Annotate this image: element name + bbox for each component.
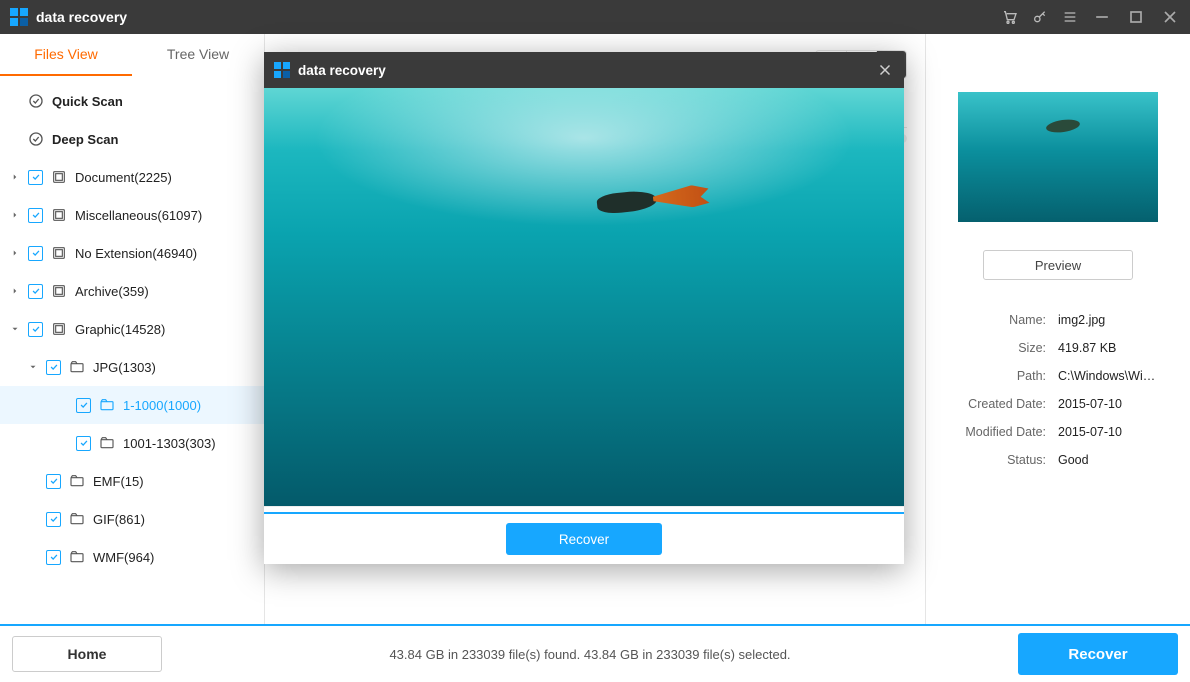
meta-label-status: Status: <box>954 453 1046 467</box>
details-panel: Preview Name: img2.jpg Size: 419.87 KB Pat… <box>925 34 1190 624</box>
dialog-preview-image <box>264 88 904 506</box>
checkbox[interactable] <box>76 436 91 451</box>
sidebar-item[interactable]: No Extension(46940) <box>0 234 264 272</box>
key-icon[interactable] <box>1032 9 1048 25</box>
category-icon <box>51 321 67 337</box>
sidebar-item-label: 1-1000(1000) <box>123 398 201 413</box>
category-icon <box>51 283 67 299</box>
home-button[interactable]: Home <box>12 636 162 672</box>
chevron-right-icon[interactable] <box>10 286 20 296</box>
app-title: data recovery <box>36 9 127 25</box>
sidebar-item[interactable]: Miscellaneous(61097) <box>0 196 264 234</box>
meta-value-status: Good <box>1058 453 1162 467</box>
folder-icon <box>69 359 85 375</box>
meta-value-name: img2.jpg <box>1058 313 1162 327</box>
sidebar-item-label: 1001-1303(303) <box>123 436 216 451</box>
folder-icon <box>69 473 85 489</box>
meta-label-path: Path: <box>954 369 1046 383</box>
checkbox[interactable] <box>28 170 43 185</box>
sidebar-item-label: WMF(964) <box>93 550 154 565</box>
sidebar-item[interactable]: EMF(15) <box>0 462 264 500</box>
cart-icon[interactable] <box>1002 9 1018 25</box>
sidebar-item[interactable]: Archive(359) <box>0 272 264 310</box>
app-logo <box>10 8 28 26</box>
checkbox[interactable] <box>28 284 43 299</box>
sidebar-item-label: Quick Scan <box>52 94 123 109</box>
category-icon <box>51 169 67 185</box>
maximize-button[interactable] <box>1126 7 1146 27</box>
chevron-right-icon[interactable] <box>10 172 20 182</box>
sidebar-item[interactable]: GIF(861) <box>0 500 264 538</box>
status-text: 43.84 GB in 233039 file(s) found. 43.84 … <box>162 647 1018 662</box>
sidebar-item[interactable]: WMF(964) <box>0 538 264 576</box>
chevron-right-icon[interactable] <box>10 210 20 220</box>
chevron-down-icon[interactable] <box>10 324 20 334</box>
category-icon <box>51 245 67 261</box>
chevron-right-icon[interactable] <box>10 248 20 258</box>
sidebar-item-label: GIF(861) <box>93 512 145 527</box>
preview-thumbnail <box>958 92 1158 222</box>
minimize-button[interactable] <box>1092 7 1112 27</box>
dialog-close-button[interactable] <box>876 61 894 79</box>
sidebar-item[interactable]: JPG(1303) <box>0 348 264 386</box>
checkbox[interactable] <box>76 398 91 413</box>
tab-files-view[interactable]: Files View <box>0 34 132 76</box>
folder-icon <box>69 511 85 527</box>
meta-label-created: Created Date: <box>954 397 1046 411</box>
checkbox[interactable] <box>28 246 43 261</box>
sidebar-item[interactable]: 1-1000(1000) <box>0 386 264 424</box>
sidebar-tree: Quick Scan Deep Scan Document(2225) Misce… <box>0 76 264 624</box>
sidebar-item[interactable]: Graphic(14528) <box>0 310 264 348</box>
sidebar-item-label: Archive(359) <box>75 284 149 299</box>
chevron-down-icon[interactable] <box>28 362 38 372</box>
sidebar-item-deep-scan[interactable]: Deep Scan <box>0 120 264 158</box>
preview-button[interactable]: Preview <box>983 250 1133 280</box>
sidebar-item[interactable]: 1001-1303(303) <box>0 424 264 462</box>
recover-button[interactable]: Recover <box>1018 633 1178 675</box>
sidebar-item[interactable]: Document(2225) <box>0 158 264 196</box>
dialog-recover-button[interactable]: Recover <box>506 523 662 555</box>
folder-icon <box>99 397 115 413</box>
meta-value-path: C:\Windows\Wi… <box>1058 369 1162 383</box>
category-icon <box>51 207 67 223</box>
sidebar: Files View Tree View Quick Scan Deep Sca… <box>0 34 265 624</box>
app-logo <box>274 62 290 78</box>
file-metadata: Name: img2.jpg Size: 419.87 KB Path: C:\Win… <box>954 313 1162 467</box>
sidebar-item-label: JPG(1303) <box>93 360 156 375</box>
window-titlebar: data recovery <box>0 0 1190 34</box>
tab-tree-view[interactable]: Tree View <box>132 34 264 76</box>
folder-icon <box>99 435 115 451</box>
menu-icon[interactable] <box>1062 9 1078 25</box>
checkbox[interactable] <box>28 322 43 337</box>
check-circle-icon <box>28 131 44 147</box>
check-circle-icon <box>28 93 44 109</box>
sidebar-item-label: EMF(15) <box>93 474 144 489</box>
sidebar-item-label: Document(2225) <box>75 170 172 185</box>
meta-label-modified: Modified Date: <box>954 425 1046 439</box>
sidebar-item-quick-scan[interactable]: Quick Scan <box>0 82 264 120</box>
checkbox[interactable] <box>46 360 61 375</box>
meta-value-created: 2015-07-10 <box>1058 397 1162 411</box>
close-button[interactable] <box>1160 7 1180 27</box>
sidebar-item-label: Deep Scan <box>52 132 118 147</box>
preview-dialog: data recovery Recover <box>264 52 904 564</box>
sidebar-item-label: Graphic(14528) <box>75 322 165 337</box>
sidebar-item-label: No Extension(46940) <box>75 246 197 261</box>
checkbox[interactable] <box>28 208 43 223</box>
folder-icon <box>69 549 85 565</box>
meta-label-name: Name: <box>954 313 1046 327</box>
meta-value-modified: 2015-07-10 <box>1058 425 1162 439</box>
footer-bar: Home 43.84 GB in 233039 file(s) found. 4… <box>0 624 1190 682</box>
dialog-title: data recovery <box>298 63 876 78</box>
sidebar-item-label: Miscellaneous(61097) <box>75 208 202 223</box>
checkbox[interactable] <box>46 474 61 489</box>
checkbox[interactable] <box>46 512 61 527</box>
meta-label-size: Size: <box>954 341 1046 355</box>
checkbox[interactable] <box>46 550 61 565</box>
meta-value-size: 419.87 KB <box>1058 341 1162 355</box>
dialog-titlebar[interactable]: data recovery <box>264 52 904 88</box>
